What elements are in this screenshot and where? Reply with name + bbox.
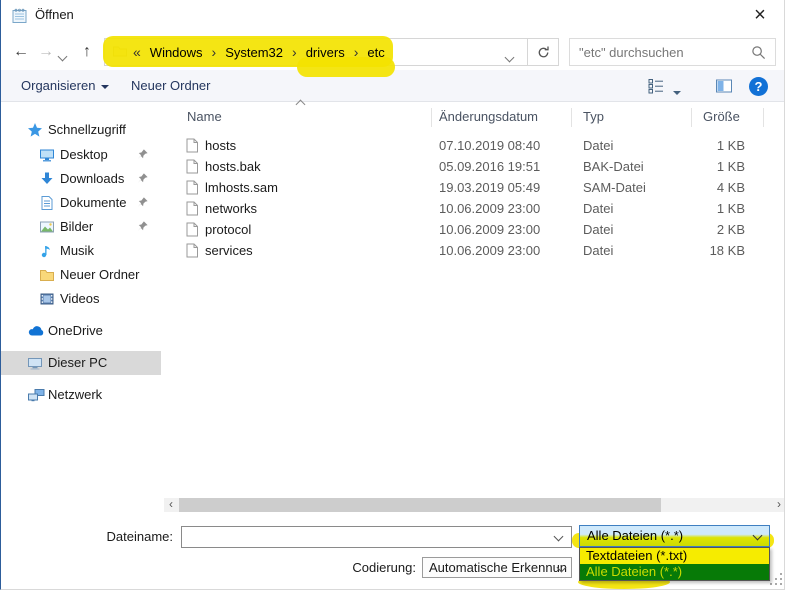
breadcrumb: « Windows › System32 › drivers › etc	[133, 38, 385, 66]
list-header: Name Änderungsdatum Typ Größe	[166, 104, 785, 130]
sidebar-item-dokumente[interactable]: Dokumente	[1, 191, 161, 215]
picture-icon	[39, 219, 55, 235]
refresh-icon	[536, 45, 551, 60]
recent-locations-chevron-icon[interactable]	[59, 48, 66, 63]
notepad-icon	[11, 7, 28, 24]
column-header-size[interactable]: Größe	[703, 104, 740, 130]
pin-icon	[136, 172, 149, 185]
sidebar-item-downloads[interactable]: Downloads	[1, 167, 161, 191]
filename-combobox	[181, 526, 572, 548]
scrollbar-thumb[interactable]	[179, 498, 661, 512]
file-icon	[185, 201, 199, 216]
address-dropdown-chevron-icon[interactable]	[506, 49, 513, 64]
breadcrumb-segment[interactable]: Windows	[150, 45, 203, 60]
view-options-caret-icon[interactable]	[673, 84, 681, 99]
list-view-icon[interactable]	[647, 77, 665, 95]
scroll-left-icon[interactable]: ‹	[164, 498, 178, 512]
download-arrow-icon	[39, 171, 55, 187]
table-row[interactable]: networks10.06.2009 23:00Datei1 KB	[166, 198, 785, 219]
sidebar-item-netzwerk[interactable]: Netzwerk	[1, 383, 161, 407]
help-button[interactable]: ?	[749, 77, 768, 96]
table-row[interactable]: lmhosts.sam19.03.2019 05:49SAM-Datei4 KB	[166, 177, 785, 198]
breadcrumb-segment[interactable]: etc	[367, 45, 384, 60]
column-header-type[interactable]: Typ	[583, 104, 604, 130]
cloud-icon	[27, 323, 46, 339]
table-row[interactable]: services10.06.2009 23:00Datei18 KB	[166, 240, 785, 261]
pin-icon	[136, 196, 149, 209]
file-icon	[185, 159, 199, 174]
column-header-name[interactable]: Name	[187, 104, 222, 130]
search-box	[569, 38, 776, 66]
sidebar-item-musik[interactable]: Musik	[1, 239, 161, 263]
filetype-option-textdateien[interactable]: Textdateien (*.txt)	[580, 548, 769, 564]
refresh-button[interactable]	[528, 38, 559, 66]
table-row[interactable]: hosts07.10.2019 08:40Datei1 KB	[166, 135, 785, 156]
star-icon	[27, 122, 43, 138]
document-icon	[39, 195, 55, 211]
filetype-combobox[interactable]: Alle Dateien (*.*)	[579, 525, 770, 547]
search-input[interactable]	[579, 40, 744, 64]
search-icon[interactable]	[751, 45, 766, 60]
pin-icon	[136, 148, 149, 161]
back-button[interactable]: ←	[9, 38, 33, 66]
resize-grip[interactable]	[770, 573, 783, 586]
computer-icon	[27, 355, 43, 371]
up-button[interactable]: ↑	[75, 38, 99, 66]
desktop-icon	[39, 147, 55, 163]
breadcrumb-separator-icon[interactable]: ›	[292, 44, 297, 60]
network-icon	[27, 387, 46, 403]
window-title: Öffnen	[35, 0, 74, 30]
organize-button[interactable]: Organisieren	[21, 70, 109, 102]
sidebar-item-desktop[interactable]: Desktop	[1, 143, 161, 167]
file-icon	[185, 243, 199, 258]
preview-pane-icon[interactable]	[715, 77, 733, 95]
table-row[interactable]: protocol10.06.2009 23:00Datei2 KB	[166, 219, 785, 240]
sidebar-item-schnellzugriff[interactable]: Schnellzugriff	[1, 118, 161, 142]
encoding-label: Codierung:	[316, 557, 416, 578]
caret-down-icon	[101, 85, 109, 89]
filename-input[interactable]	[186, 528, 546, 546]
table-row[interactable]: hosts.bak05.09.2016 19:51BAK-Datei1 KB	[166, 156, 785, 177]
new-folder-button[interactable]: Neuer Ordner	[131, 70, 210, 102]
pin-icon	[136, 220, 149, 233]
sidebar-item-neuer-ordner[interactable]: Neuer Ordner	[1, 263, 161, 287]
chevron-down-icon[interactable]	[554, 532, 564, 542]
filetype-option-alle-dateien[interactable]: Alle Dateien (*.*)	[580, 564, 769, 580]
close-icon[interactable]: ×	[746, 2, 774, 28]
breadcrumb-segment[interactable]: System32	[225, 45, 283, 60]
title-bar: Öffnen ×	[1, 0, 784, 32]
sidebar-item-bilder[interactable]: Bilder	[1, 215, 161, 239]
file-icon	[185, 222, 199, 237]
film-icon	[39, 291, 55, 307]
sidebar-item-dieser-pc[interactable]: Dieser PC	[1, 351, 161, 375]
breadcrumb-separator-icon[interactable]: ›	[354, 44, 359, 60]
sidebar-item-videos[interactable]: Videos	[1, 287, 161, 311]
chevron-down-icon	[753, 531, 763, 541]
encoding-selected-value: Automatische Erkennun	[429, 558, 567, 577]
folder-icon	[39, 267, 55, 283]
filetype-dropdown-list: Textdateien (*.txt) Alle Dateien (*.*)	[579, 547, 770, 581]
filename-label: Dateiname:	[63, 526, 173, 548]
breadcrumb-overflow-icon[interactable]: «	[133, 44, 141, 60]
column-header-date[interactable]: Änderungsdatum	[439, 104, 538, 130]
forward-button[interactable]: →	[34, 38, 58, 66]
command-toolbar: Organisieren Neuer Ordner	[1, 70, 785, 102]
encoding-combobox[interactable]: Automatische Erkennun	[422, 557, 572, 578]
music-note-icon	[39, 243, 55, 259]
sidebar-item-onedrive[interactable]: OneDrive	[1, 319, 161, 343]
open-file-dialog: Öffnen × ← → ↑ « Windows › System32 › dr…	[0, 0, 785, 590]
file-icon	[185, 180, 199, 195]
breadcrumb-segment[interactable]: drivers	[306, 45, 345, 60]
filetype-selected-value: Alle Dateien (*.*)	[587, 526, 683, 546]
file-icon	[185, 138, 199, 153]
scroll-right-icon[interactable]: ›	[772, 498, 785, 512]
breadcrumb-separator-icon[interactable]: ›	[212, 44, 217, 60]
horizontal-scrollbar[interactable]: ‹ ›	[164, 498, 785, 512]
